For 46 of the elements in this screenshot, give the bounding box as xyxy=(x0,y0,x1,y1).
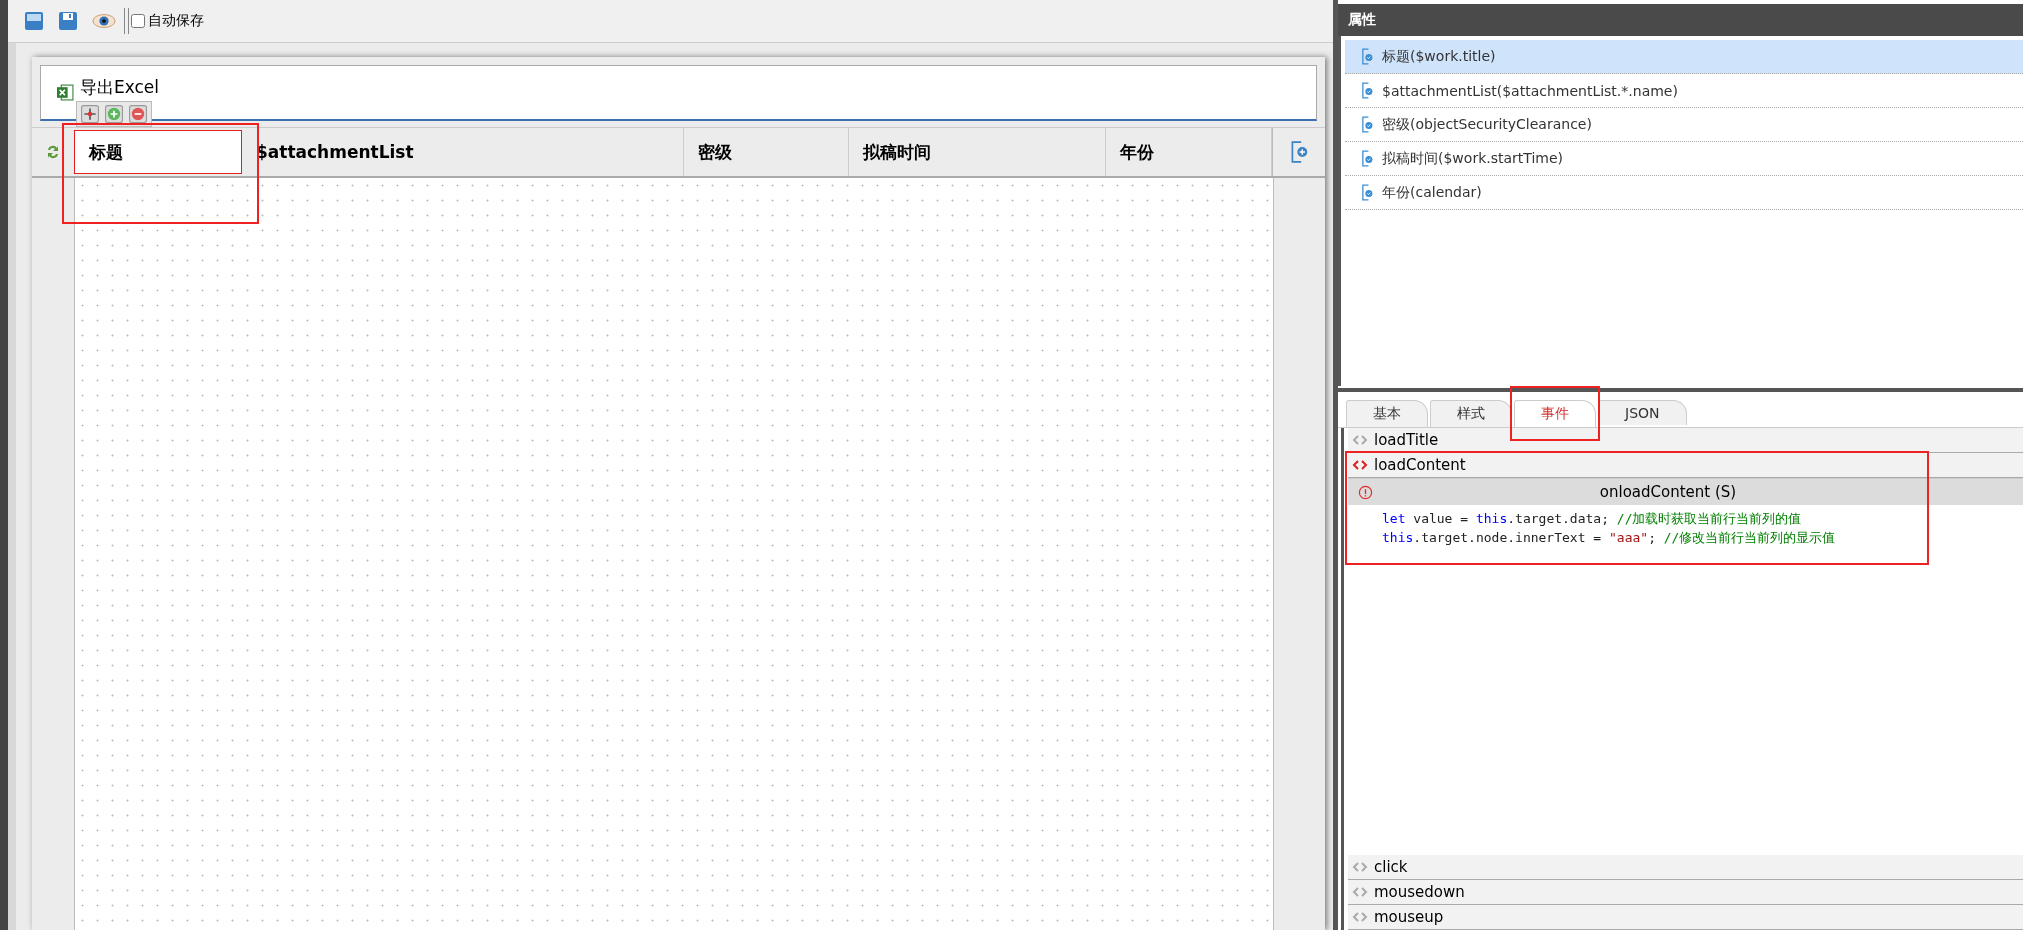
eye-icon[interactable] xyxy=(92,12,116,30)
field-icon xyxy=(1361,48,1374,65)
code-icon xyxy=(1352,887,1368,897)
field-icon xyxy=(1361,116,1374,133)
panel-title: 属性 xyxy=(1338,4,2023,36)
tab[interactable]: 事件 xyxy=(1514,400,1596,427)
code-icon xyxy=(1352,435,1368,445)
tab[interactable]: 基本 xyxy=(1346,400,1428,427)
tab[interactable]: 样式 xyxy=(1430,400,1512,427)
save-icon[interactable] xyxy=(24,11,44,31)
add-icon[interactable] xyxy=(105,105,123,123)
refresh-icon[interactable] xyxy=(45,144,61,160)
export-excel-action[interactable]: 导出Excel xyxy=(80,76,160,99)
event-row[interactable]: mousedown xyxy=(1348,880,2023,905)
script-title: onloadContent (S) xyxy=(1598,483,1738,501)
event-row[interactable]: mouseup xyxy=(1348,905,2023,930)
add-column-icon[interactable] xyxy=(1290,141,1308,163)
column-header[interactable]: 年份 xyxy=(1106,128,1272,176)
event-row[interactable]: loadContent xyxy=(1348,453,2023,478)
code-icon xyxy=(1352,912,1368,922)
info-icon xyxy=(1358,484,1373,500)
column-header[interactable]: 密级 xyxy=(684,128,849,176)
tab[interactable]: JSON xyxy=(1598,400,1687,425)
column-header[interactable]: 拟稿时间 xyxy=(849,128,1106,176)
code-line: this.target.node.innerText = "aaa"; //修改当前行当前列的显示值 xyxy=(1382,529,1837,547)
property-item[interactable]: 标题($work.title) xyxy=(1345,40,2023,74)
field-icon xyxy=(1361,184,1374,201)
field-icon xyxy=(1361,150,1374,167)
move-icon[interactable] xyxy=(81,105,99,123)
autosave-checkbox[interactable] xyxy=(131,14,145,28)
event-row[interactable]: loadTitle xyxy=(1348,428,2023,453)
excel-icon[interactable] xyxy=(57,84,74,101)
save-as-icon[interactable] xyxy=(58,11,78,31)
code-icon xyxy=(1352,862,1368,872)
property-item[interactable]: 拟稿时间($work.startTime) xyxy=(1345,142,2023,176)
autosave-label: 自动保存 xyxy=(148,12,204,30)
property-item[interactable]: 年份(calendar) xyxy=(1345,176,2023,210)
column-header[interactable]: 标题 xyxy=(74,130,242,174)
field-icon xyxy=(1361,82,1374,99)
column-header[interactable]: $attachmentList xyxy=(242,128,684,176)
code-line: let value = this.target.data; //加载时获取当前行当前列的值 xyxy=(1382,510,1803,528)
property-item[interactable]: 密级(objectSecurityClearance) xyxy=(1345,108,2023,142)
code-icon xyxy=(1352,460,1368,470)
event-row[interactable]: click xyxy=(1348,855,2023,880)
remove-icon[interactable] xyxy=(129,105,147,123)
property-item[interactable]: $attachmentList($attachmentList.*.name) xyxy=(1345,74,2023,108)
